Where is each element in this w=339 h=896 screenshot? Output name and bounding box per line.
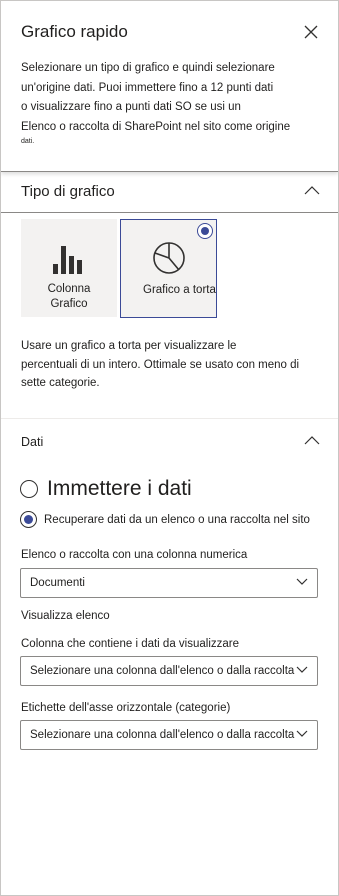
radio-label: Recuperare dati da un elenco o una racco… [44, 513, 310, 526]
tile-label-line: Colonna [47, 283, 91, 295]
list-field-label: Elenco o raccolta con una colonna numeri… [21, 549, 248, 561]
intro-line: Selezionare un tipo di grafico e quindi … [21, 62, 275, 74]
intro-line: Elenco o raccolta di SharePoint nel sito… [21, 120, 291, 133]
description-line: percentuali di un intero. Ottimale se us… [21, 358, 300, 371]
close-icon[interactable] [300, 21, 322, 43]
column-dropdown[interactable]: Selezionare una colonna dall'elenco o da… [20, 656, 318, 686]
panel-title: Grafico rapido [21, 22, 128, 41]
intro-line: dati. [21, 138, 35, 145]
tile-label-line: Grafico [50, 298, 88, 310]
chevron-down-icon [296, 666, 308, 673]
dropdown-value: Documenti [30, 577, 85, 589]
description-line: Usare un grafico a torta per visualizzar… [21, 340, 237, 352]
enter-data-radio[interactable]: Immettere i dati [20, 477, 192, 501]
chevron-down-icon [296, 730, 308, 737]
axis-field-label: Etichette dell'asse orizzontale (categor… [21, 702, 231, 714]
chevron-up-icon [304, 186, 320, 195]
chart-type-section-header[interactable]: Tipo di grafico [1, 171, 338, 213]
intro-line: un'origine dati. Puoi immettere fino a 1… [21, 81, 274, 94]
view-list-link[interactable]: Visualizza elenco [21, 610, 110, 622]
column-chart-icon [53, 246, 82, 274]
axis-dropdown[interactable]: Selezionare una colonna dall'elenco o da… [20, 720, 318, 750]
radio-label: Immettere i dati [47, 477, 192, 500]
chevron-down-icon [296, 578, 308, 585]
section-title: Dati [21, 435, 44, 449]
data-section-header[interactable]: Dati [1, 426, 338, 460]
radio-button[interactable] [20, 480, 38, 498]
chevron-up-icon [304, 436, 320, 445]
description-line: sette categorie. [21, 377, 100, 389]
dropdown-value: Selezionare una colonna dall'elenco o da… [30, 729, 295, 741]
pie-chart-icon [153, 242, 185, 274]
quick-chart-panel: Grafico rapido Selezionare un tipo di gr… [0, 0, 339, 896]
intro-text: Selezionare un tipo di grafico e quindi … [21, 59, 321, 146]
intro-line: o visualizzare fino a punti dati SO se u… [21, 101, 241, 113]
column-field-label: Colonna che contiene i dati da visualizz… [21, 638, 239, 650]
list-dropdown[interactable]: Documenti [20, 568, 318, 598]
chart-description: Usare un grafico a torta per visualizzar… [21, 337, 321, 393]
panel-header: Grafico rapido Selezionare un tipo di gr… [1, 1, 338, 171]
radio-button-selected[interactable] [20, 511, 37, 528]
tile-label: Colonna Grafico [21, 282, 117, 312]
section-title: Tipo di grafico [21, 183, 115, 200]
selected-indicator [197, 223, 213, 239]
divider [1, 418, 338, 419]
dropdown-value: Selezionare una colonna dall'elenco o da… [30, 665, 295, 677]
retrieve-data-radio[interactable]: Recuperare dati da un elenco o una racco… [20, 511, 310, 528]
tile-label: Grafico a torta [143, 284, 216, 296]
pie-chart-tile[interactable]: Grafico a torta [120, 219, 217, 318]
column-chart-tile[interactable]: Colonna Grafico [21, 219, 117, 317]
chart-type-tiles: Colonna Grafico Grafico a torta [21, 219, 321, 319]
